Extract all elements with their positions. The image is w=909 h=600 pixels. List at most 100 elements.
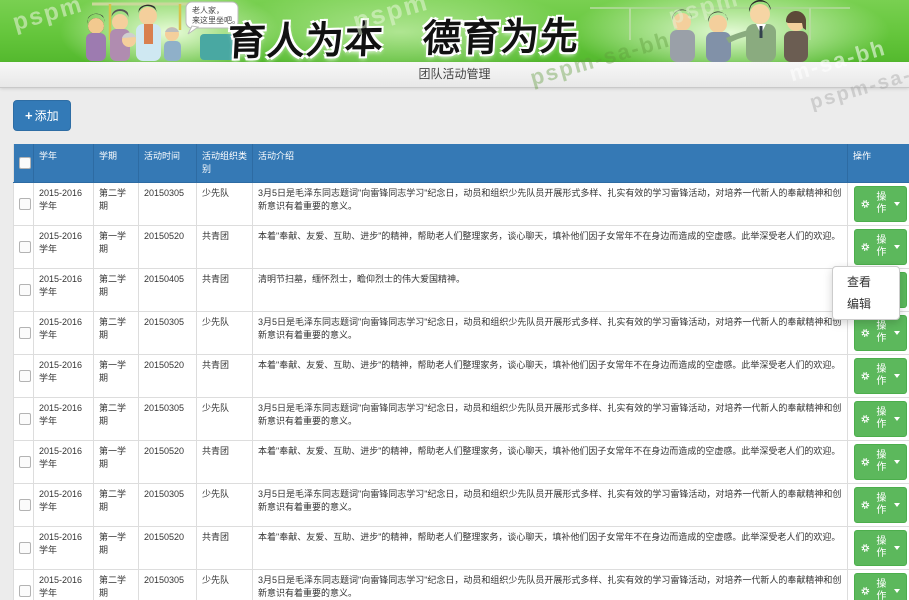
cell-org-type: 少先队	[197, 312, 253, 355]
cell-school-year: 2015-2016学年	[34, 570, 94, 600]
caret-down-icon	[894, 417, 900, 421]
header-activity-intro: 活动介绍	[253, 144, 848, 183]
caret-down-icon	[894, 331, 900, 335]
row-action-button[interactable]: 操作	[854, 487, 907, 523]
cell-actions: 操作 查看 编辑	[848, 226, 909, 269]
caret-down-icon	[894, 589, 900, 593]
gear-icon	[861, 242, 870, 252]
header-org-type: 活动组织类别	[197, 144, 253, 183]
bubble-text-line1: 老人家，	[192, 5, 224, 15]
row-select-cell	[14, 269, 34, 312]
cell-org-type: 少先队	[197, 183, 253, 226]
cell-activity-date: 20150305	[139, 183, 197, 226]
row-checkbox[interactable]	[19, 370, 31, 382]
cell-school-year: 2015-2016学年	[34, 484, 94, 527]
cell-semester: 第二学期	[94, 183, 139, 226]
cell-activity-date: 20150520	[139, 527, 197, 570]
table-row: 2015-2016学年 第二学期 20150305 少先队 3月5日是毛泽东同志…	[14, 312, 909, 355]
row-checkbox[interactable]	[19, 198, 31, 210]
cell-school-year: 2015-2016学年	[34, 355, 94, 398]
action-button-label: 操作	[873, 407, 890, 431]
cell-org-type: 共青团	[197, 527, 253, 570]
cell-activity-intro: 本着"奉献、友爱、互助、进步"的精神，帮助老人们整理家务，谈心聊天，填补他们因子…	[253, 355, 848, 398]
activities-table: 学年 学期 活动时间 活动组织类别 活动介绍 操作 2015-2016学年 第二…	[13, 144, 909, 600]
row-checkbox[interactable]	[19, 284, 31, 296]
table-row: 2015-2016学年 第二学期 20150305 少先队 3月5日是毛泽东同志…	[14, 398, 909, 441]
gear-icon	[861, 414, 870, 424]
row-checkbox[interactable]	[19, 413, 31, 425]
dropdown-item-edit[interactable]: 编辑	[833, 293, 899, 315]
cell-semester: 第二学期	[94, 398, 139, 441]
row-action-button[interactable]: 操作	[854, 573, 907, 600]
cell-activity-intro: 本着"奉献、友爱、互助、进步"的精神，帮助老人们整理家务，谈心聊天，填补他们因子…	[253, 226, 848, 269]
row-select-cell	[14, 527, 34, 570]
cell-actions: 操作	[848, 570, 909, 600]
cell-actions: 操作	[848, 355, 909, 398]
plus-icon: +	[25, 111, 33, 121]
row-select-cell	[14, 398, 34, 441]
row-select-cell	[14, 312, 34, 355]
table-row: 2015-2016学年 第一学期 20150520 共青团 本着"奉献、友爱、互…	[14, 441, 909, 484]
row-action-button[interactable]: 操作	[854, 229, 907, 265]
action-button-label: 操作	[873, 192, 890, 216]
cell-activity-date: 20150520	[139, 441, 197, 484]
gear-icon	[861, 457, 870, 467]
caret-down-icon	[894, 460, 900, 464]
cell-activity-intro: 3月5日是毛泽东同志题词"向雷锋同志学习"纪念日，动员和组织少先队员开展形式多样…	[253, 570, 848, 600]
header-activity-date: 活动时间	[139, 144, 197, 183]
row-checkbox[interactable]	[19, 456, 31, 468]
row-action-button[interactable]: 操作	[854, 444, 907, 480]
row-checkbox[interactable]	[19, 241, 31, 253]
main-content: +添加 学年 学期 活动时间 活动组织类别 活动介绍 操作 2015-2016学…	[0, 88, 909, 600]
row-action-button[interactable]: 操作	[854, 186, 907, 222]
row-action-button[interactable]: 操作	[854, 358, 907, 394]
banner-slogan: 育人为本 德育为先	[226, 5, 579, 62]
cell-actions: 操作	[848, 398, 909, 441]
action-button-label: 操作	[873, 321, 890, 345]
row-checkbox[interactable]	[19, 499, 31, 511]
cell-org-type: 少先队	[197, 484, 253, 527]
cell-activity-intro: 3月5日是毛泽东同志题词"向雷锋同志学习"纪念日，动员和组织少先队员开展形式多样…	[253, 183, 848, 226]
action-button-label: 操作	[873, 450, 890, 474]
cell-activity-date: 20150305	[139, 398, 197, 441]
row-checkbox[interactable]	[19, 542, 31, 554]
row-select-cell	[14, 570, 34, 600]
row-checkbox[interactable]	[19, 585, 31, 597]
table-row: 2015-2016学年 第一学期 20150520 共青团 本着"奉献、友爱、互…	[14, 527, 909, 570]
caret-down-icon	[894, 503, 900, 507]
header-semester: 学期	[94, 144, 139, 183]
page-title: 团队活动管理	[0, 62, 909, 88]
add-button[interactable]: +添加	[13, 100, 71, 131]
table-row: 2015-2016学年 第二学期 20150305 少先队 3月5日是毛泽东同志…	[14, 183, 909, 226]
action-button-label: 操作	[873, 364, 890, 388]
cell-org-type: 共青团	[197, 269, 253, 312]
action-button-label: 操作	[873, 235, 890, 259]
row-action-button[interactable]: 操作	[854, 530, 907, 566]
select-all-header	[14, 144, 34, 183]
row-select-cell	[14, 441, 34, 484]
caret-down-icon	[894, 202, 900, 206]
cell-actions: 操作	[848, 527, 909, 570]
cell-semester: 第一学期	[94, 226, 139, 269]
cell-semester: 第一学期	[94, 527, 139, 570]
row-action-button[interactable]: 操作	[854, 401, 907, 437]
cell-school-year: 2015-2016学年	[34, 269, 94, 312]
row-checkbox[interactable]	[19, 327, 31, 339]
table-body: 2015-2016学年 第二学期 20150305 少先队 3月5日是毛泽东同志…	[14, 183, 909, 600]
row-select-cell	[14, 226, 34, 269]
select-all-checkbox[interactable]	[19, 157, 31, 169]
row-select-cell	[14, 183, 34, 226]
cell-school-year: 2015-2016学年	[34, 441, 94, 484]
add-button-label: 添加	[35, 107, 59, 124]
row-action-button[interactable]: 操作	[854, 315, 907, 351]
gear-icon	[861, 328, 870, 338]
cell-school-year: 2015-2016学年	[34, 398, 94, 441]
dropdown-item-view[interactable]: 查看	[833, 271, 899, 293]
cell-school-year: 2015-2016学年	[34, 226, 94, 269]
cell-activity-intro: 清明节扫墓，缅怀烈士，瞻仰烈士的伟大爱国精神。	[253, 269, 848, 312]
table-row: 2015-2016学年 第二学期 20150305 少先队 3月5日是毛泽东同志…	[14, 570, 909, 600]
caret-down-icon	[894, 374, 900, 378]
header-school-year: 学年	[34, 144, 94, 183]
cell-semester: 第二学期	[94, 484, 139, 527]
cell-activity-intro: 本着"奉献、友爱、互助、进步"的精神，帮助老人们整理家务，谈心聊天，填补他们因子…	[253, 441, 848, 484]
